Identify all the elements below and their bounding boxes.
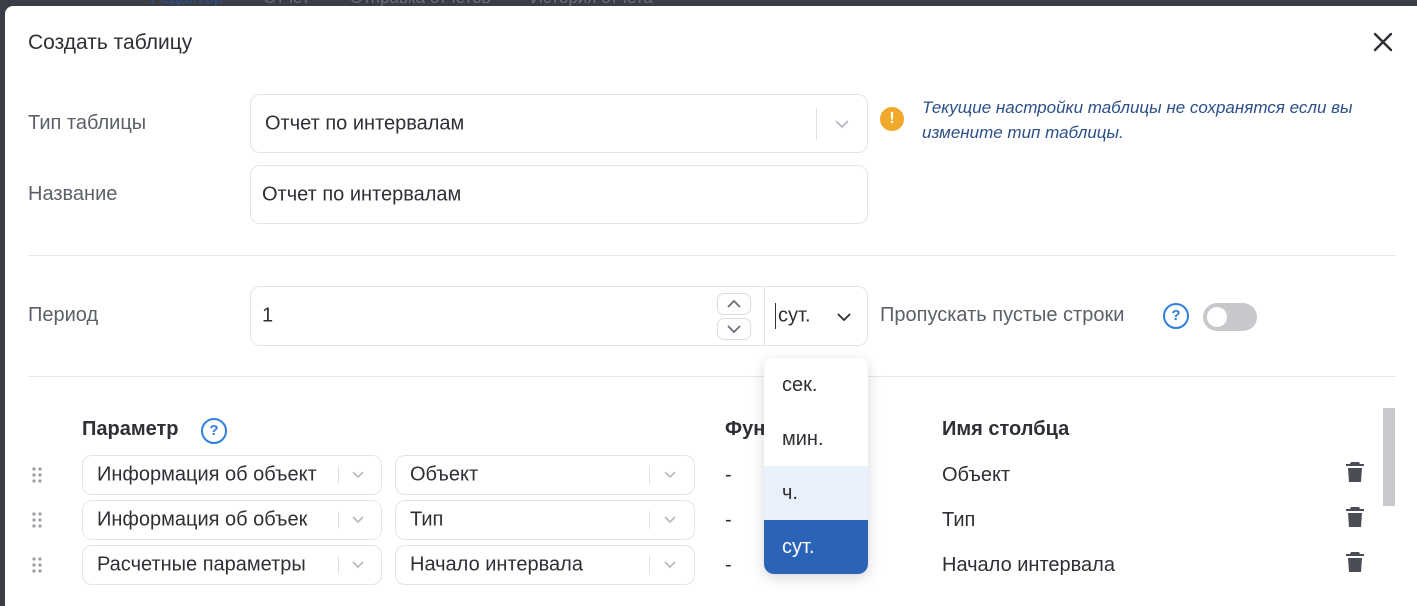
period-value-input[interactable]: 1 [262, 305, 273, 328]
text-cursor [775, 303, 776, 329]
scrollbar-thumb[interactable] [1383, 408, 1395, 506]
skip-empty-label: Пропускать пустые строки [880, 304, 1125, 326]
chevron-up-icon [727, 299, 741, 308]
decrement-button[interactable] [717, 318, 751, 340]
select-divider [338, 466, 339, 484]
function-value: - [725, 509, 732, 531]
unit-select-value: сут. [778, 304, 811, 327]
parameter-select-value: Начало интервала [410, 553, 583, 576]
chevron-down-icon [835, 120, 849, 129]
table-type-value: Отчет по интервалам [265, 112, 465, 134]
source-select[interactable]: Расчетные параметры [82, 545, 382, 585]
select-divider [649, 556, 650, 574]
trash-icon[interactable] [1345, 506, 1365, 528]
column-name-value: Начало интервала [942, 554, 1115, 576]
name-input-value: Отчет по интервалам [262, 183, 462, 205]
warning-text: Текущие настройки таблицы не сохранятся … [922, 98, 1353, 142]
close-icon[interactable] [1369, 28, 1397, 56]
unit-option-hours[interactable]: ч. [764, 466, 868, 520]
divider [28, 255, 1396, 256]
unit-option-minutes[interactable]: мин. [764, 412, 868, 466]
unit-dropdown-menu: сек. мин. ч. сут. [764, 358, 868, 574]
trash-icon[interactable] [1345, 461, 1365, 483]
source-select[interactable]: Информация об объек [82, 500, 382, 540]
name-label: Название [28, 183, 118, 205]
column-name-value: Тип [942, 509, 976, 531]
column-name-value: Объект [942, 464, 1011, 486]
help-icon[interactable]: ? [201, 418, 227, 444]
increment-button[interactable] [717, 293, 751, 315]
unit-option-seconds[interactable]: сек. [764, 358, 868, 412]
chevron-down-icon [352, 516, 364, 524]
unit-option-days[interactable]: сут. [764, 520, 868, 574]
source-select-value: Информация об объек [97, 508, 308, 531]
column-name-header: Имя столбца [942, 418, 1070, 440]
drag-handle-icon[interactable] [32, 557, 42, 573]
chevron-down-icon [837, 313, 851, 322]
source-select-value: Информация об объект [97, 463, 317, 486]
chevron-down-icon [664, 516, 676, 524]
source-select[interactable]: Информация об объект [82, 455, 382, 495]
parameter-select[interactable]: Тип [395, 500, 695, 540]
drag-handle-icon[interactable] [32, 467, 42, 483]
chevron-down-icon [352, 561, 364, 569]
chevron-down-icon [664, 561, 676, 569]
chevron-down-icon [727, 325, 741, 334]
select-divider [649, 466, 650, 484]
toggle-knob [1207, 307, 1227, 327]
period-label: Период [28, 304, 99, 326]
select-divider [649, 511, 650, 529]
parameter-select[interactable]: Начало интервала [395, 545, 695, 585]
parameter-header: Параметр [82, 418, 179, 440]
table-type-select[interactable]: Отчет по интервалам [250, 94, 868, 153]
help-icon[interactable]: ? [1163, 303, 1189, 329]
function-value: - [725, 554, 732, 576]
trash-icon[interactable] [1345, 551, 1365, 573]
create-table-dialog: Создать таблицу Тип таблицы Отчет по инт… [5, 6, 1417, 606]
skip-empty-toggle[interactable] [1203, 303, 1257, 331]
period-input-group: 1 сут. [250, 286, 868, 346]
parameter-select[interactable]: Объект [395, 455, 695, 495]
function-header: Фун [725, 418, 766, 440]
parameter-select-value: Тип [410, 508, 444, 531]
chevron-down-icon [352, 471, 364, 479]
dialog-title: Создать таблицу [28, 31, 193, 54]
parameter-select-value: Объект [410, 463, 479, 486]
select-divider [338, 556, 339, 574]
unit-select[interactable]: сут. [765, 287, 868, 345]
select-divider [338, 511, 339, 529]
divider [28, 376, 1396, 377]
name-input[interactable]: Отчет по интервалам [250, 165, 868, 224]
drag-handle-icon[interactable] [32, 512, 42, 528]
function-value: - [725, 464, 732, 486]
select-divider [816, 108, 817, 140]
table-type-label: Тип таблицы [28, 112, 147, 134]
source-select-value: Расчетные параметры [97, 553, 306, 576]
warning-icon: ! [880, 107, 904, 131]
chevron-down-icon [664, 471, 676, 479]
